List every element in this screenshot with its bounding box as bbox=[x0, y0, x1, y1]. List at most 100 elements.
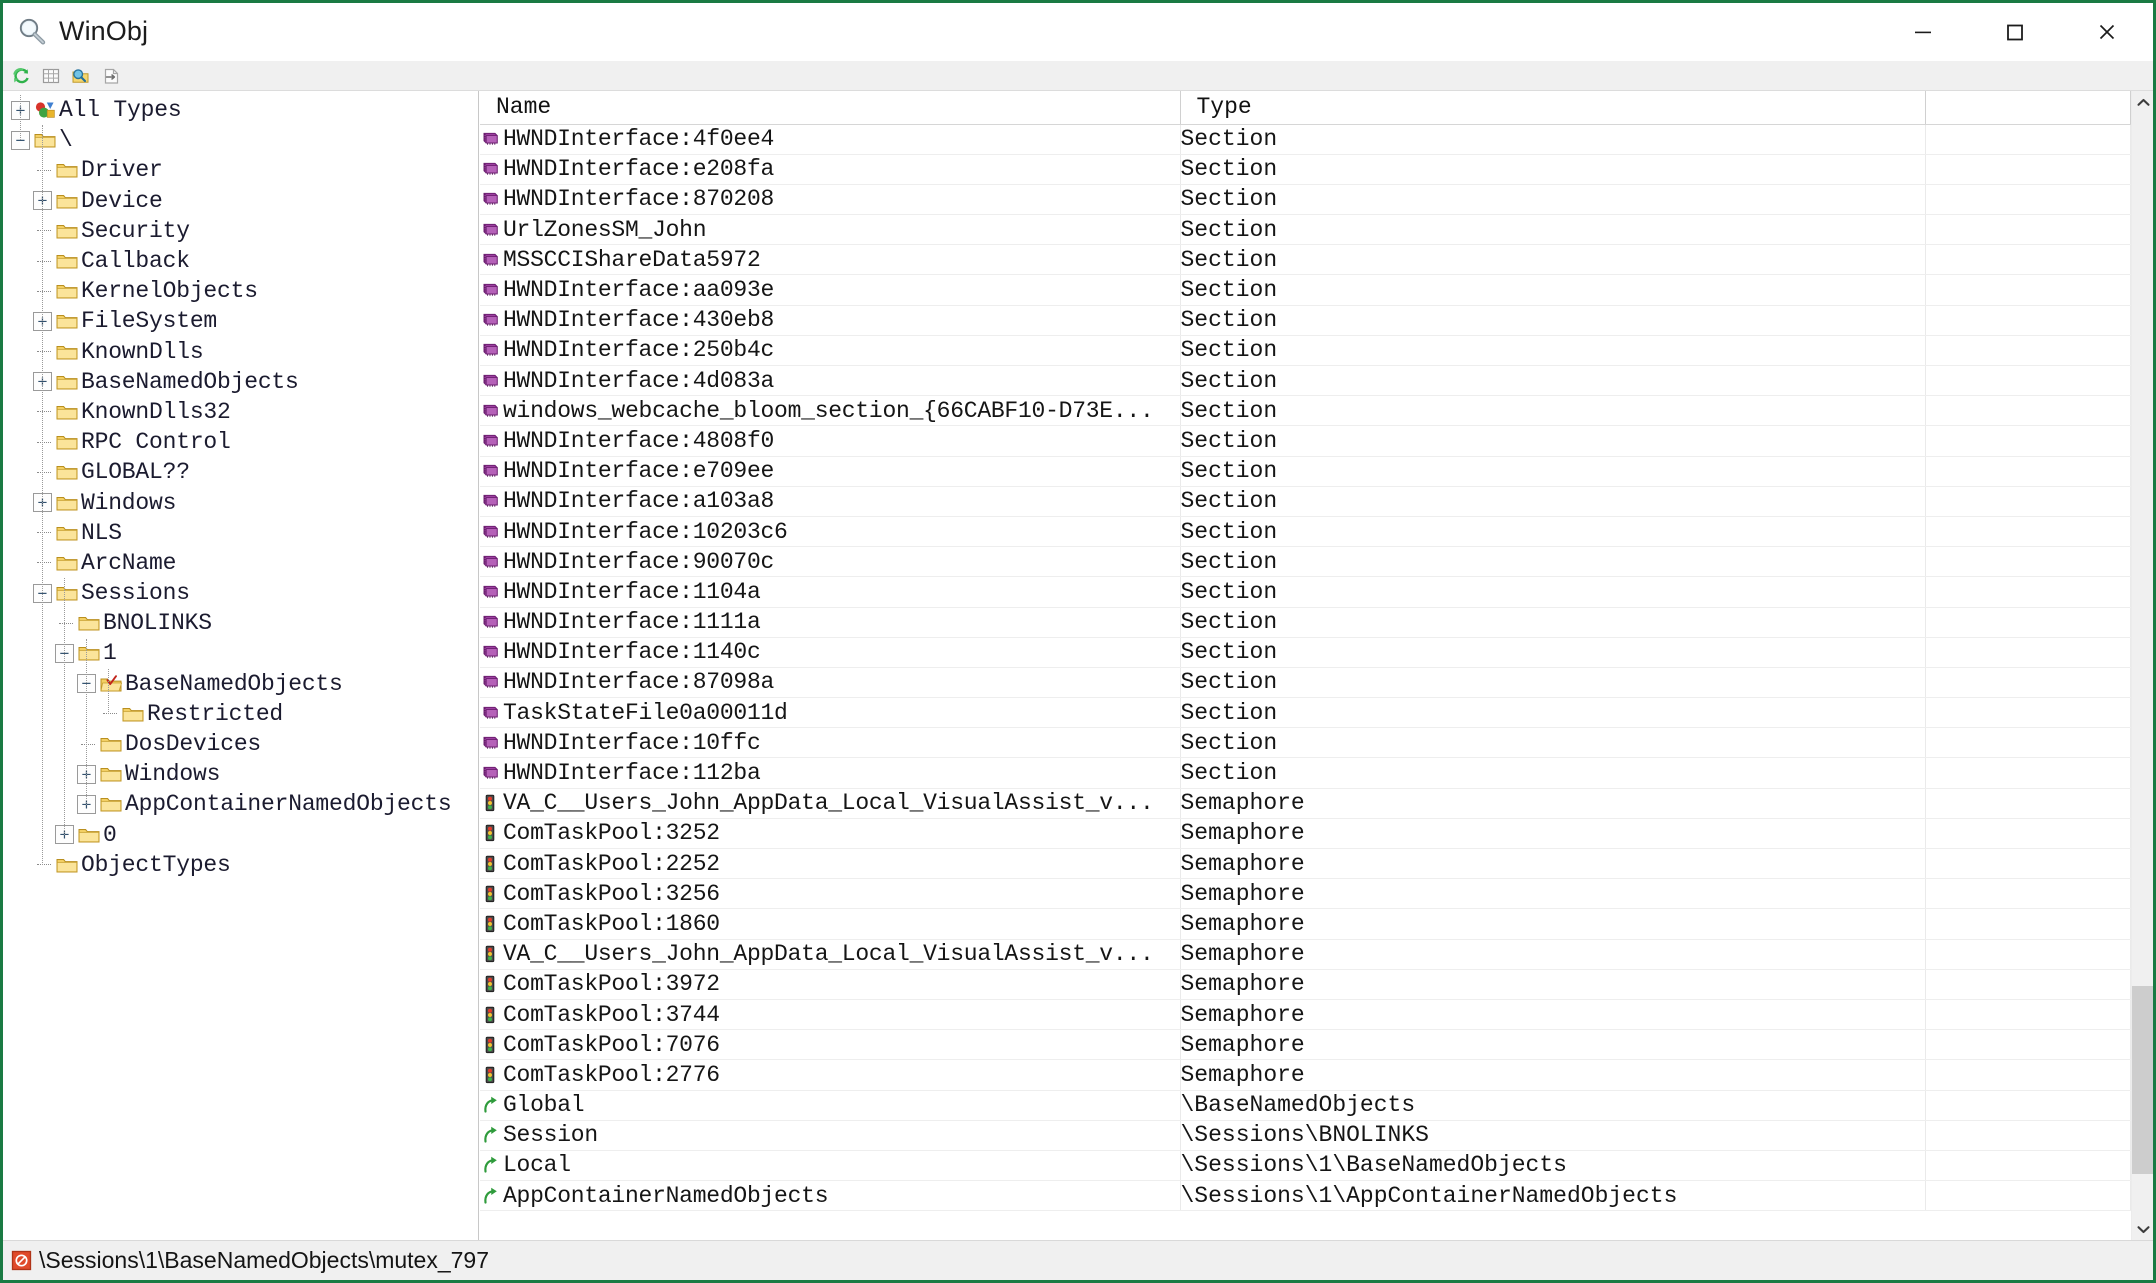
table-row[interactable]: ComTaskPool:3744Semaphore bbox=[480, 999, 2131, 1029]
table-row[interactable]: HWNDInterface:4808f0Section bbox=[480, 426, 2131, 456]
table-row[interactable]: TaskStateFile0a00011dSection bbox=[480, 698, 2131, 728]
tree-item-filesystem[interactable]: +FileSystem bbox=[3, 306, 478, 336]
name-cell-content: windows_webcache_bloom_section_{66CABF10… bbox=[480, 398, 1180, 424]
tree-item-dosdevices[interactable]: DosDevices bbox=[3, 729, 478, 759]
object-name: ComTaskPool:3252 bbox=[503, 820, 720, 846]
cell-filler bbox=[1925, 728, 2131, 758]
table-row[interactable]: ComTaskPool:3252Semaphore bbox=[480, 818, 2131, 848]
table-row[interactable]: HWNDInterface:a103a8Section bbox=[480, 486, 2131, 516]
table-row[interactable]: Session\Sessions\BNOLINKS bbox=[480, 1120, 2131, 1150]
tree-item-label: ArcName bbox=[78, 550, 176, 576]
table-row[interactable]: HWNDInterface:1111aSection bbox=[480, 607, 2131, 637]
table-row[interactable]: HWNDInterface:1104aSection bbox=[480, 577, 2131, 607]
table-row[interactable]: HWNDInterface:10ffcSection bbox=[480, 728, 2131, 758]
tree-item-[interactable]: −\ bbox=[3, 125, 478, 155]
folder-icon bbox=[52, 584, 78, 602]
table-row[interactable]: HWNDInterface:aa093eSection bbox=[480, 275, 2131, 305]
cell-type: Section bbox=[1180, 516, 1925, 546]
scrollbar-thumb[interactable] bbox=[2132, 986, 2154, 1174]
refresh-button[interactable] bbox=[8, 63, 34, 89]
tree-item-rpc-control[interactable]: RPC Control bbox=[3, 427, 478, 457]
table-row[interactable]: windows_webcache_bloom_section_{66CABF10… bbox=[480, 396, 2131, 426]
table-row[interactable]: ComTaskPool:7076Semaphore bbox=[480, 1030, 2131, 1060]
tree-item-callback[interactable]: Callback bbox=[3, 246, 478, 276]
object-name: AppContainerNamedObjects bbox=[503, 1183, 828, 1209]
table-row[interactable]: ComTaskPool:2252Semaphore bbox=[480, 849, 2131, 879]
cell-type: Section bbox=[1180, 275, 1925, 305]
scroll-down-button[interactable] bbox=[2132, 1218, 2154, 1240]
folder-icon bbox=[56, 524, 78, 542]
close-button[interactable] bbox=[2061, 3, 2153, 61]
tree-guide-line bbox=[108, 669, 109, 714]
table-row[interactable]: HWNDInterface:250b4cSection bbox=[480, 335, 2131, 365]
tree-guide-line bbox=[64, 578, 65, 835]
section-icon bbox=[480, 642, 500, 662]
table-row[interactable]: ComTaskPool:2776Semaphore bbox=[480, 1060, 2131, 1090]
tree-item-objecttypes[interactable]: ObjectTypes bbox=[3, 850, 478, 880]
object-name: VA_C__Users_John_AppData_Local_VisualAss… bbox=[503, 790, 1154, 816]
copy-button[interactable] bbox=[98, 63, 124, 89]
table-row[interactable]: HWNDInterface:430eb8Section bbox=[480, 305, 2131, 335]
table-row[interactable]: UrlZonesSM_JohnSection bbox=[480, 215, 2131, 245]
tree-item-security[interactable]: Security bbox=[3, 216, 478, 246]
tree-item-device[interactable]: +Device bbox=[3, 186, 478, 216]
tree-item-knowndlls32[interactable]: KnownDlls32 bbox=[3, 397, 478, 427]
tree-item-bnolinks[interactable]: BNOLINKS bbox=[3, 608, 478, 638]
cell-name: HWNDInterface:e709ee bbox=[480, 456, 1180, 486]
table-row[interactable]: VA_C__Users_John_AppData_Local_VisualAss… bbox=[480, 939, 2131, 969]
vertical-scrollbar[interactable] bbox=[2131, 91, 2153, 1240]
tree-item-arcname[interactable]: ArcName bbox=[3, 548, 478, 578]
find-button[interactable] bbox=[68, 63, 94, 89]
tree-item-basenamedobjects[interactable]: −BaseNamedObjects bbox=[3, 669, 478, 699]
tree-item-basenamedobjects[interactable]: +BaseNamedObjects bbox=[3, 367, 478, 397]
table-row[interactable]: HWNDInterface:87098aSection bbox=[480, 667, 2131, 697]
tree-item-sessions[interactable]: −Sessions bbox=[3, 578, 478, 608]
table-row[interactable]: HWNDInterface:4f0ee4Section bbox=[480, 124, 2131, 154]
section-icon bbox=[480, 582, 500, 602]
column-header-name[interactable]: Name bbox=[480, 91, 1180, 124]
object-tree[interactable]: +All Types−\Driver+DeviceSecurityCallbac… bbox=[3, 91, 478, 1240]
table-row[interactable]: Global\BaseNamedObjects bbox=[480, 1090, 2131, 1120]
table-row[interactable]: Local\Sessions\1\BaseNamedObjects bbox=[480, 1150, 2131, 1180]
table-row[interactable]: ComTaskPool:3972Semaphore bbox=[480, 969, 2131, 999]
tree-item-all-types[interactable]: +All Types bbox=[3, 95, 478, 125]
cell-type: Section bbox=[1180, 758, 1925, 788]
table-row[interactable]: HWNDInterface:4d083aSection bbox=[480, 366, 2131, 396]
cell-filler bbox=[1925, 426, 2131, 456]
semaphore-icon bbox=[480, 854, 500, 874]
table-row[interactable]: ComTaskPool:3256Semaphore bbox=[480, 879, 2131, 909]
table-row[interactable]: HWNDInterface:10203c6Section bbox=[480, 516, 2131, 546]
table-row[interactable]: HWNDInterface:870208Section bbox=[480, 184, 2131, 214]
table-row[interactable]: AppContainerNamedObjects\Sessions\1\AppC… bbox=[480, 1181, 2131, 1211]
table-row[interactable]: VA_C__Users_John_AppData_Local_VisualAss… bbox=[480, 788, 2131, 818]
tree-item-label: All Types bbox=[56, 97, 181, 123]
tree-item-global[interactable]: GLOBAL?? bbox=[3, 457, 478, 487]
tree-item-knowndlls[interactable]: KnownDlls bbox=[3, 337, 478, 367]
tree-item-appcontainernamedobjects[interactable]: +AppContainerNamedObjects bbox=[3, 789, 478, 819]
tree-item-nls[interactable]: NLS bbox=[3, 518, 478, 548]
tree-item-kernelobjects[interactable]: KernelObjects bbox=[3, 276, 478, 306]
maximize-button[interactable] bbox=[1969, 3, 2061, 61]
table-row[interactable]: HWNDInterface:e709eeSection bbox=[480, 456, 2131, 486]
table-row[interactable]: HWNDInterface:e208faSection bbox=[480, 154, 2131, 184]
tree-connector bbox=[81, 744, 95, 745]
scroll-up-button[interactable] bbox=[2132, 91, 2154, 113]
table-row[interactable]: HWNDInterface:90070cSection bbox=[480, 547, 2131, 577]
tree-item-driver[interactable]: Driver bbox=[3, 155, 478, 185]
tree-item-label: \ bbox=[56, 127, 73, 153]
tree-item-windows[interactable]: +Windows bbox=[3, 487, 478, 517]
semaphore-icon bbox=[480, 884, 500, 904]
object-name: ComTaskPool:3972 bbox=[503, 971, 720, 997]
tree-item-1[interactable]: −1 bbox=[3, 638, 478, 668]
symlink-icon bbox=[480, 1095, 500, 1115]
properties-button[interactable] bbox=[38, 63, 64, 89]
table-row[interactable]: HWNDInterface:1140cSection bbox=[480, 637, 2131, 667]
table-row[interactable]: ComTaskPool:1860Semaphore bbox=[480, 909, 2131, 939]
tree-item-restricted[interactable]: Restricted bbox=[3, 699, 478, 729]
table-row[interactable]: MSSCCIShareData5972Section bbox=[480, 245, 2131, 275]
minimize-button[interactable] bbox=[1877, 3, 1969, 61]
tree-item-windows[interactable]: +Windows bbox=[3, 759, 478, 789]
column-header-type[interactable]: Type bbox=[1180, 91, 1925, 124]
table-row[interactable]: HWNDInterface:112baSection bbox=[480, 758, 2131, 788]
tree-item-0[interactable]: +0 bbox=[3, 820, 478, 850]
